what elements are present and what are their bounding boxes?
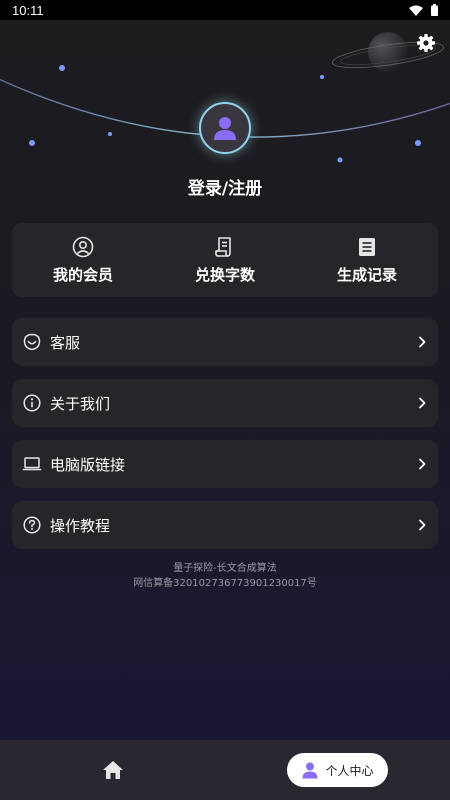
user-icon [302, 762, 318, 779]
nav-profile-label: 个人中心 [325, 763, 374, 778]
chevron-right-icon [419, 458, 426, 470]
settings-gear-icon[interactable] [416, 33, 436, 53]
quick-action-label: 兑换字数 [194, 265, 255, 284]
info-icon [22, 393, 42, 413]
footer-filing-number: 网信算备320102736773901230017号 [133, 578, 317, 589]
battery-icon [431, 4, 438, 16]
login-register-link[interactable]: 登录/注册 [0, 174, 450, 199]
menu-item-customer-service[interactable]: 客服 [12, 318, 438, 366]
status-icons [409, 4, 438, 16]
chevron-right-icon [419, 397, 426, 409]
quick-action-label: 生成记录 [336, 265, 397, 284]
footer-info: 量子探险-长文合成算法 网信算备320102736773901230017号 [0, 561, 450, 591]
menu-item-tutorial[interactable]: 操作教程 [12, 501, 438, 549]
customer-service-icon [22, 332, 42, 352]
nav-profile-tab[interactable]: 个人中心 [287, 753, 388, 787]
nav-home-tab[interactable] [0, 740, 225, 800]
star [108, 132, 112, 136]
chevron-right-icon [419, 336, 426, 348]
my-membership-button[interactable]: 我的会员 [12, 223, 154, 297]
menu-label: 电脑版链接 [50, 455, 126, 474]
quick-actions-card: 我的会员 兑换字数 生成记录 [12, 223, 438, 297]
list-document-icon [359, 237, 375, 256]
footer-app-line: 量子探险-长文合成算法 [173, 563, 277, 574]
star [29, 140, 35, 146]
menu-item-desktop-link[interactable]: 电脑版链接 [12, 440, 438, 488]
user-circle-icon [72, 236, 94, 257]
avatar[interactable] [199, 102, 251, 154]
home-icon [102, 761, 123, 779]
generation-history-button[interactable]: 生成记录 [296, 223, 438, 297]
menu-label: 操作教程 [50, 516, 111, 535]
receipt-icon [215, 236, 231, 257]
bottom-navigation: 个人中心 [0, 740, 450, 800]
star [415, 140, 421, 146]
menu-item-about-us[interactable]: 关于我们 [12, 379, 438, 427]
star [59, 65, 65, 71]
redeem-words-button[interactable]: 兑换字数 [154, 223, 296, 297]
laptop-icon [22, 454, 42, 474]
wifi-icon [409, 5, 423, 16]
nav-profile-slot: 个人中心 [225, 740, 450, 800]
user-avatar-icon [214, 117, 236, 140]
status-time: 10:11 [12, 2, 44, 18]
status-bar: 10:11 [0, 0, 450, 20]
menu-label: 关于我们 [50, 394, 111, 413]
star [320, 75, 324, 79]
help-icon [22, 515, 42, 535]
menu-label: 客服 [50, 333, 81, 352]
star [337, 157, 343, 163]
quick-action-label: 我的会员 [52, 265, 113, 284]
chevron-right-icon [419, 519, 426, 531]
